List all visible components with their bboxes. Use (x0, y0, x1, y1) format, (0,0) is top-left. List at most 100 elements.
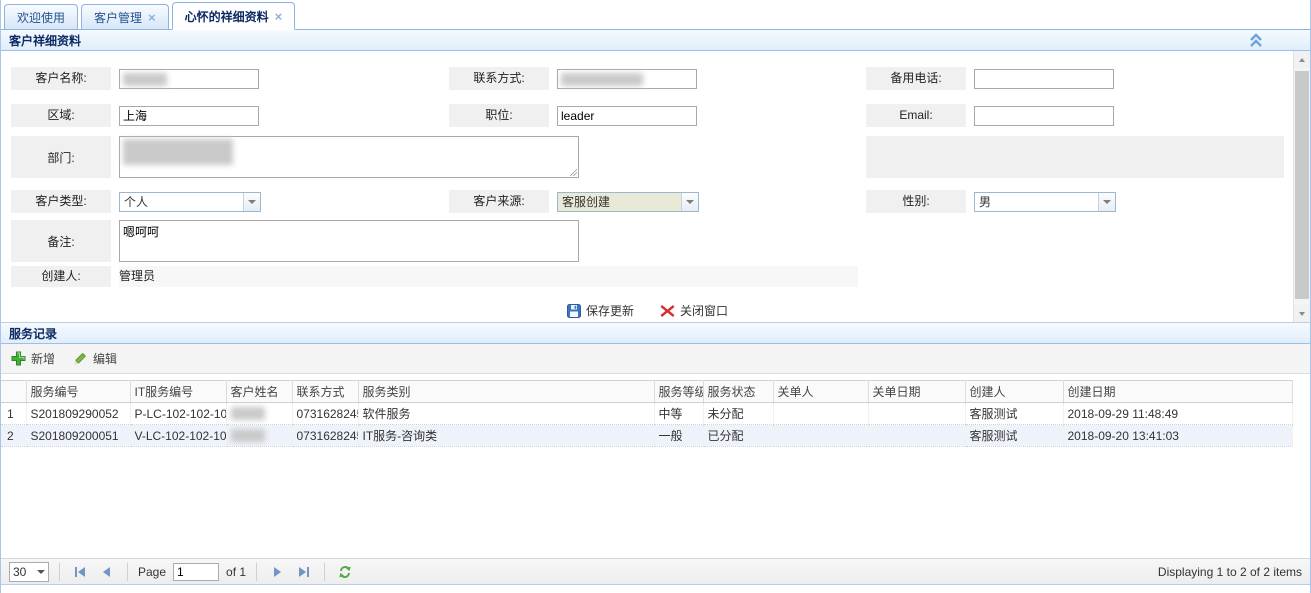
double-chevron-up-icon (1248, 33, 1264, 48)
cell-contact: 073162824554 (292, 403, 358, 425)
panel-title: 服务记录 (9, 325, 57, 342)
close-icon[interactable]: × (148, 11, 156, 24)
save-update-button[interactable]: 保存更新 (567, 302, 634, 319)
cell-service-level: 一般 (654, 425, 703, 447)
column-header-customer-name[interactable]: 客户姓名 (226, 381, 292, 403)
chevron-down-icon[interactable] (243, 193, 260, 211)
tab-customer-detail[interactable]: 心怀的祥细资料 × (172, 2, 296, 30)
tab-label: 心怀的祥细资料 (185, 8, 269, 25)
scroll-up-icon[interactable] (1294, 51, 1310, 68)
resize-grip-icon[interactable] (570, 169, 577, 176)
prev-page-button[interactable] (97, 562, 117, 582)
contact-input[interactable] (557, 69, 697, 89)
cell-service-type: 软件服务 (358, 403, 654, 425)
backup-phone-input[interactable] (974, 69, 1114, 89)
column-header-closer[interactable]: 关单人 (773, 381, 868, 403)
service-records-grid: 服务编号 IT服务编号 客户姓名 联系方式 服务类别 服务等级 服务状态 关单人… (1, 374, 1310, 447)
region-input[interactable] (119, 106, 259, 126)
contact-label: 联系方式: (449, 67, 549, 90)
cell-create-date: 2018-09-29 11:48:49 (1063, 403, 1293, 425)
customer-detail-panel-header: 客户祥细资料 (1, 30, 1310, 51)
scrollbar-thumb[interactable] (1295, 71, 1309, 299)
add-label: 新增 (31, 350, 55, 367)
column-header-rownum[interactable] (1, 381, 26, 403)
customer-name-label: 客户名称: (11, 67, 111, 90)
column-header-create-date[interactable]: 创建日期 (1063, 381, 1293, 403)
scroll-down-icon[interactable] (1294, 305, 1310, 322)
redacted-value (561, 73, 643, 86)
region-label: 区域: (11, 104, 111, 127)
tab-customer-management[interactable]: 客户管理 × (81, 4, 169, 29)
chevron-down-icon (37, 570, 45, 574)
column-header-service-level[interactable]: 服务等级 (654, 381, 703, 403)
close-window-button[interactable]: 关闭窗口 (660, 302, 728, 319)
selected-value: 客服创建 (558, 193, 681, 211)
redacted-value (123, 73, 167, 86)
cell-service-status: 未分配 (703, 403, 773, 425)
prev-page-icon (101, 566, 113, 578)
column-header-close-date[interactable]: 关单日期 (868, 381, 965, 403)
page-number-input[interactable] (173, 563, 219, 581)
cell-customer-name (226, 425, 292, 447)
customer-type-label: 客户类型: (11, 190, 111, 213)
department-label: 部门: (11, 136, 111, 178)
cell-closer (773, 425, 868, 447)
empty-field-strip (866, 136, 1284, 178)
save-update-label: 保存更新 (586, 302, 634, 319)
customer-type-select[interactable]: 个人 (119, 192, 261, 212)
last-page-icon (297, 566, 311, 578)
collapse-panel-icon[interactable] (1248, 33, 1264, 48)
column-header-it-service-no[interactable]: IT服务编号 (130, 381, 226, 403)
separator (256, 563, 257, 581)
remark-textarea[interactable]: 嗯呵呵 (119, 220, 579, 262)
tab-label: 客户管理 (94, 9, 142, 26)
column-header-service-type[interactable]: 服务类别 (358, 381, 654, 403)
add-plus-icon (11, 351, 26, 366)
email-label: Email: (866, 104, 966, 127)
redacted-value (123, 139, 233, 165)
next-page-button[interactable] (267, 562, 287, 582)
separator (59, 563, 60, 581)
tab-welcome[interactable]: 欢迎使用 (4, 4, 78, 29)
close-icon[interactable]: × (275, 10, 283, 23)
column-header-creator[interactable]: 创建人 (965, 381, 1063, 403)
table-row[interactable]: 1 S201809290052 P-LC-102-102-101 0731628… (1, 403, 1293, 425)
selected-value: 男 (975, 193, 1098, 211)
creator-value: 管理员 (119, 266, 858, 287)
service-records-panel-header: 服务记录 (1, 323, 1310, 344)
cell-it-service-no: P-LC-102-102-101 (130, 403, 226, 425)
email-input[interactable] (974, 106, 1114, 126)
red-x-icon (660, 304, 675, 318)
page-of-label: of 1 (226, 565, 246, 579)
column-header-contact[interactable]: 联系方式 (292, 381, 358, 403)
cell-creator: 客服测试 (965, 425, 1063, 447)
column-header-service-no[interactable]: 服务编号 (26, 381, 130, 403)
customer-detail-form: 客户名称: 联系方式: 备用电话: 区 (1, 51, 1310, 323)
page-size-select[interactable]: 30 (9, 562, 49, 582)
table-header-row: 服务编号 IT服务编号 客户姓名 联系方式 服务类别 服务等级 服务状态 关单人… (1, 381, 1293, 403)
gender-select[interactable]: 男 (974, 192, 1116, 212)
first-page-button[interactable] (70, 562, 90, 582)
grid-empty-area (1, 447, 1310, 558)
chevron-down-icon[interactable] (1098, 193, 1115, 211)
refresh-icon (338, 565, 352, 579)
refresh-button[interactable] (335, 562, 355, 582)
customer-name-input[interactable] (119, 69, 259, 89)
cell-close-date (868, 403, 965, 425)
cell-service-no: S201809290052 (26, 403, 130, 425)
cell-create-date: 2018-09-20 13:41:03 (1063, 425, 1293, 447)
edit-button[interactable]: 编辑 (73, 350, 117, 367)
department-textarea[interactable] (119, 136, 579, 178)
position-input[interactable] (557, 106, 697, 126)
last-page-button[interactable] (294, 562, 314, 582)
table-row[interactable]: 2 S201809200051 V-LC-102-102-101 0731628… (1, 425, 1293, 447)
close-window-label: 关闭窗口 (680, 302, 728, 319)
column-header-service-status[interactable]: 服务状态 (703, 381, 773, 403)
next-page-icon (271, 566, 283, 578)
backup-phone-label: 备用电话: (866, 67, 966, 90)
add-button[interactable]: 新增 (11, 350, 55, 367)
bottom-strip (1, 585, 1310, 593)
scrollbar-vertical[interactable] (1293, 51, 1310, 322)
position-label: 职位: (449, 104, 549, 127)
cell-service-status: 已分配 (703, 425, 773, 447)
